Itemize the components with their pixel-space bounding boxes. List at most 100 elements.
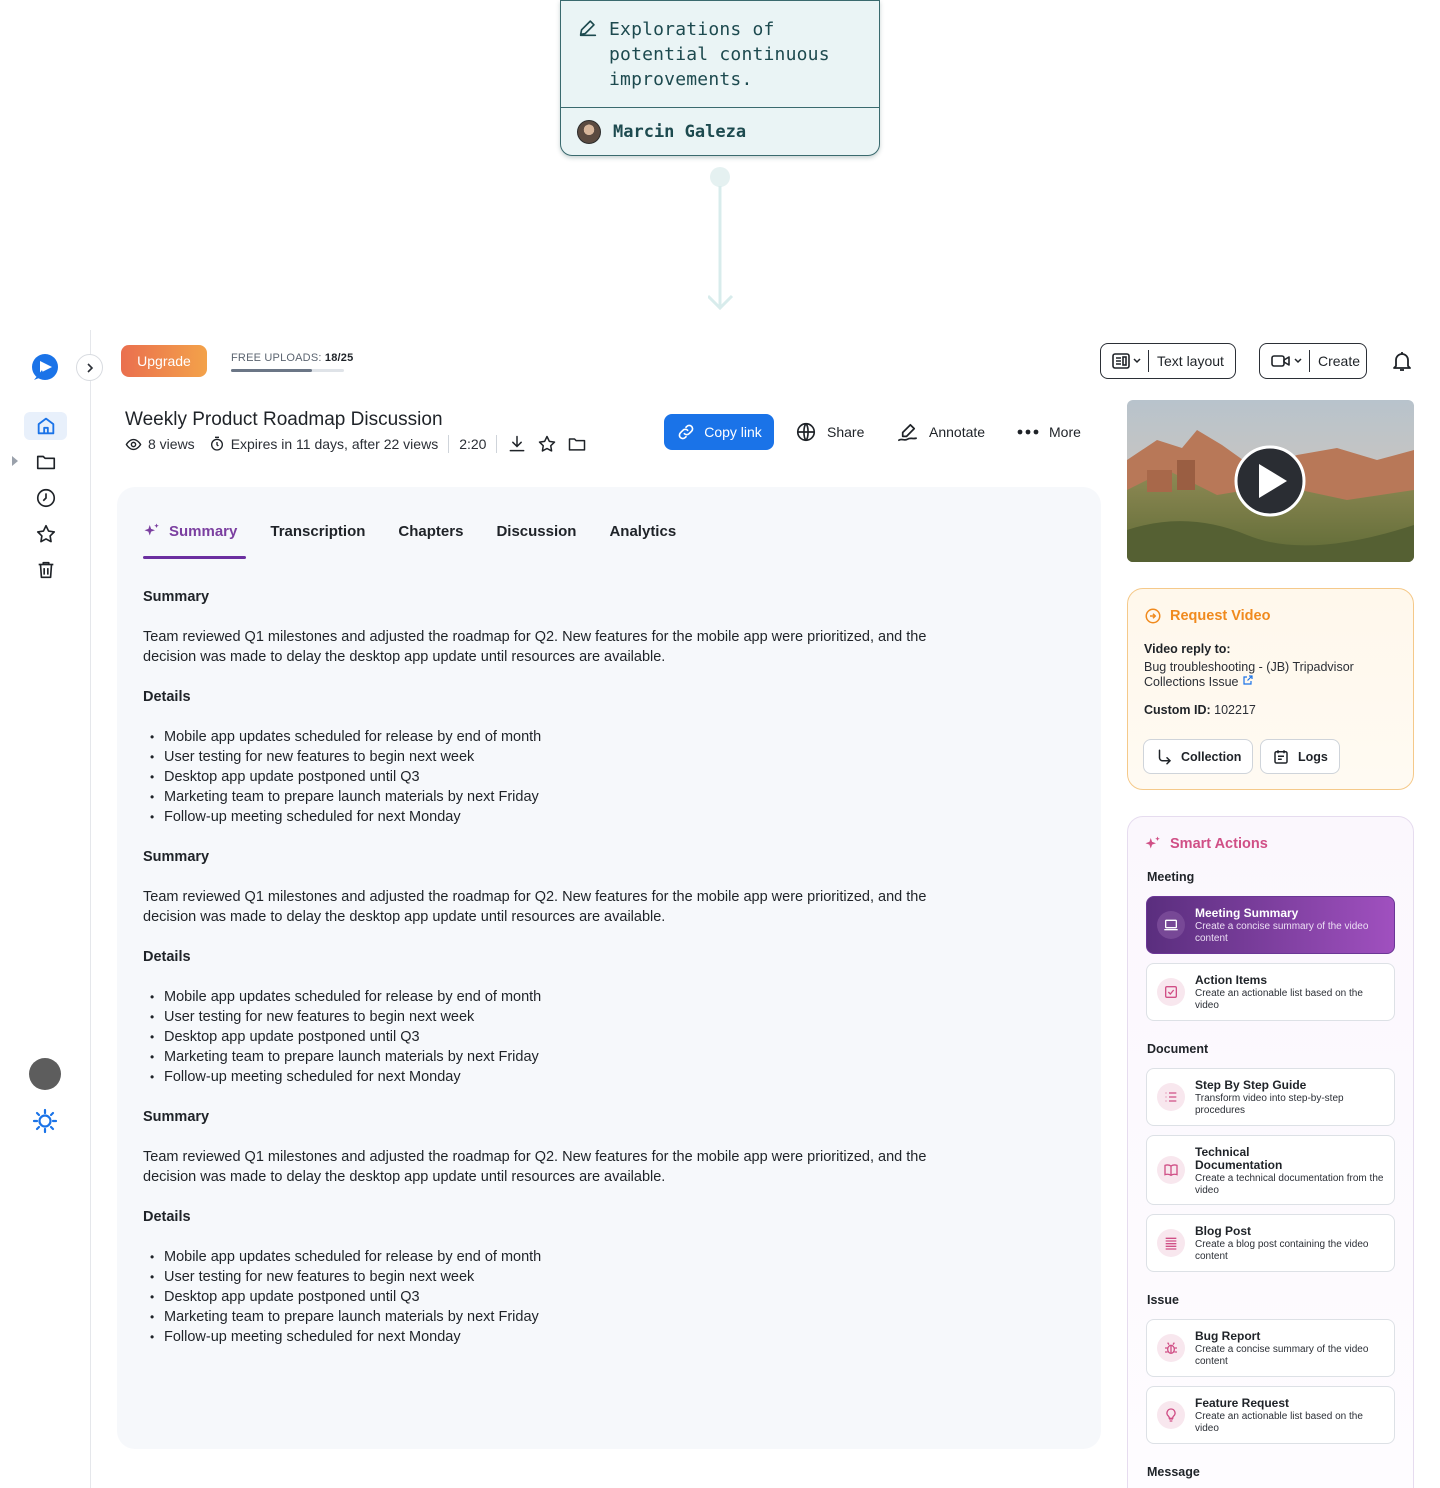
download-icon[interactable] bbox=[507, 434, 527, 454]
list-item: Mobile app updates scheduled for release… bbox=[143, 727, 933, 747]
group-issue: Issue bbox=[1147, 1293, 1179, 1307]
smart-action-blog-post[interactable]: Blog Post Create a blog post containing t… bbox=[1146, 1214, 1395, 1272]
star-icon[interactable] bbox=[537, 434, 557, 454]
video-thumbnail[interactable] bbox=[1127, 400, 1414, 562]
list-item: Desktop app update postponed until Q3 bbox=[143, 1027, 933, 1047]
summary-heading: Summary bbox=[143, 589, 210, 605]
summary-text: Team reviewed Q1 milestones and adjusted… bbox=[143, 1149, 927, 1185]
tab-summary[interactable]: Summary bbox=[143, 513, 247, 559]
collection-button[interactable]: Collection bbox=[1143, 739, 1254, 774]
list-item: Desktop app update postponed until Q3 bbox=[143, 767, 933, 787]
lightbulb-icon bbox=[1157, 1401, 1185, 1429]
copy-link-button[interactable]: Copy link bbox=[664, 414, 774, 450]
duration: 2:20 bbox=[459, 436, 487, 452]
author-name: Marcin Galeza bbox=[613, 122, 747, 142]
smart-action-desc: Create an actionable list based on the v… bbox=[1195, 988, 1363, 1011]
link-icon bbox=[678, 424, 694, 440]
details-list: Mobile app updates scheduled for release… bbox=[143, 987, 933, 1087]
list-item: Follow-up meeting scheduled for next Mon… bbox=[143, 1067, 933, 1087]
layout-dropdown[interactable] bbox=[1101, 350, 1149, 372]
more-dots-icon bbox=[1017, 429, 1039, 435]
smart-actions-panel: Smart Actions Meeting Meeting Summary Cre… bbox=[1127, 816, 1414, 1488]
details-list: Mobile app updates scheduled for release… bbox=[143, 727, 933, 827]
external-link-icon[interactable] bbox=[1242, 674, 1254, 686]
request-video-card: Request Video Video reply to: Bug troubl… bbox=[1127, 588, 1414, 790]
checklist-icon bbox=[1157, 978, 1185, 1006]
theme-toggle-icon[interactable] bbox=[32, 1108, 58, 1134]
globe-icon bbox=[796, 422, 816, 442]
user-avatar[interactable] bbox=[29, 1058, 61, 1090]
pencil-icon bbox=[579, 20, 597, 37]
annotate-button[interactable]: Annotate bbox=[896, 420, 985, 444]
smart-action-desc: Create a blog post containing the video … bbox=[1195, 1239, 1369, 1262]
video-title: Weekly Product Roadmap Discussion bbox=[125, 409, 443, 430]
timer-icon bbox=[210, 436, 223, 451]
thumbnail-image bbox=[1127, 400, 1414, 562]
logs-button[interactable]: Logs bbox=[1260, 739, 1340, 774]
list-item: User testing for new features to begin n… bbox=[143, 1007, 933, 1027]
smart-action-meeting-summary[interactable]: Meeting Summary Create a concise summary … bbox=[1146, 896, 1395, 954]
smart-action-name: Bug Report bbox=[1195, 1329, 1261, 1343]
summary-text: Team reviewed Q1 milestones and adjusted… bbox=[143, 889, 927, 925]
free-uploads-progress-fill bbox=[231, 369, 313, 372]
upgrade-button[interactable]: Upgrade bbox=[121, 345, 207, 377]
summary-section: Summary Team reviewed Q1 milestones and … bbox=[143, 847, 933, 1087]
article-icon bbox=[1157, 1229, 1185, 1257]
layout-icon bbox=[1112, 353, 1130, 369]
list-item: Desktop app update postponed until Q3 bbox=[143, 1287, 933, 1307]
smart-action-bug-report[interactable]: Bug Report Create a concise summary of th… bbox=[1146, 1319, 1395, 1377]
sidebar-item-favorites[interactable] bbox=[24, 520, 67, 548]
smart-action-technical-docs[interactable]: Technical Documentation Create a technica… bbox=[1146, 1135, 1395, 1205]
share-button[interactable]: Share bbox=[795, 420, 864, 444]
smart-action-name: Meeting Summary bbox=[1195, 906, 1299, 920]
create-button[interactable]: Create bbox=[1259, 343, 1367, 379]
tab-analytics[interactable]: Analytics bbox=[609, 513, 676, 549]
annotation-author: Marcin Galeza bbox=[561, 108, 879, 155]
free-uploads-counter: FREE UPLOADS: 18/25 bbox=[231, 352, 353, 364]
smart-action-feature-request[interactable]: Feature Request Create an actionable list… bbox=[1146, 1386, 1395, 1444]
tab-discussion[interactable]: Discussion bbox=[496, 513, 576, 549]
sidebar-item-trash[interactable] bbox=[24, 556, 67, 584]
reply-label: Video reply to: bbox=[1144, 642, 1231, 656]
sidebar-item-home[interactable] bbox=[24, 412, 67, 440]
smart-actions-title: Smart Actions bbox=[1144, 835, 1268, 853]
list-item: Marketing team to prepare launch materia… bbox=[143, 1047, 933, 1067]
list-item: Marketing team to prepare launch materia… bbox=[143, 1307, 933, 1327]
sidebar-item-recent[interactable] bbox=[24, 484, 67, 512]
smart-action-step-guide[interactable]: Step By Step Guide Transform video into s… bbox=[1146, 1068, 1395, 1126]
caret-right-icon bbox=[12, 456, 18, 466]
list-item: User testing for new features to begin n… bbox=[143, 1267, 933, 1287]
reply-circle-icon bbox=[1145, 608, 1161, 624]
smart-action-action-items[interactable]: Action Items Create an actionable list ba… bbox=[1146, 963, 1395, 1021]
sidebar-expand-button[interactable] bbox=[76, 354, 103, 381]
custom-id: Custom ID: 102217 bbox=[1144, 703, 1256, 717]
video-meta: 8 views Expires in 11 days, after 22 vie… bbox=[125, 434, 587, 454]
tab-transcription[interactable]: Transcription bbox=[270, 513, 365, 549]
views-count: 8 views bbox=[125, 436, 195, 453]
share-label: Share bbox=[827, 424, 865, 440]
summary-content: Summary Team reviewed Q1 milestones and … bbox=[143, 587, 933, 1367]
chevron-down-icon bbox=[1294, 358, 1302, 364]
notifications-bell-icon[interactable] bbox=[1390, 349, 1414, 373]
annotation-text: Explorations of potential continuous imp… bbox=[609, 19, 830, 90]
create-dropdown[interactable] bbox=[1260, 350, 1310, 372]
summary-heading: Summary bbox=[143, 1109, 210, 1125]
request-video-title: Request Video bbox=[1144, 607, 1270, 625]
folder-icon[interactable] bbox=[567, 434, 587, 454]
tab-chapters[interactable]: Chapters bbox=[398, 513, 463, 549]
list-item: User testing for new features to begin n… bbox=[143, 747, 933, 767]
text-layout-button[interactable]: Text layout bbox=[1100, 343, 1236, 379]
sidebar-item-folders[interactable] bbox=[24, 448, 67, 476]
collection-label: Collection bbox=[1181, 749, 1242, 764]
smart-action-name: Action Items bbox=[1195, 973, 1268, 987]
details-heading: Details bbox=[143, 949, 191, 965]
calendar-log-icon bbox=[1274, 749, 1288, 764]
custom-id-label: Custom ID: bbox=[1144, 703, 1211, 717]
app-logo-icon[interactable] bbox=[30, 352, 60, 382]
summary-section: Summary Team reviewed Q1 milestones and … bbox=[143, 587, 933, 827]
book-icon bbox=[1157, 1156, 1185, 1184]
more-button[interactable]: More bbox=[1017, 420, 1081, 444]
annotation-card: Explorations of potential continuous imp… bbox=[560, 0, 880, 156]
reply-value[interactable]: Bug troubleshooting - (JB) Tripadvisor C… bbox=[1144, 660, 1384, 689]
summary-heading: Summary bbox=[143, 849, 210, 865]
